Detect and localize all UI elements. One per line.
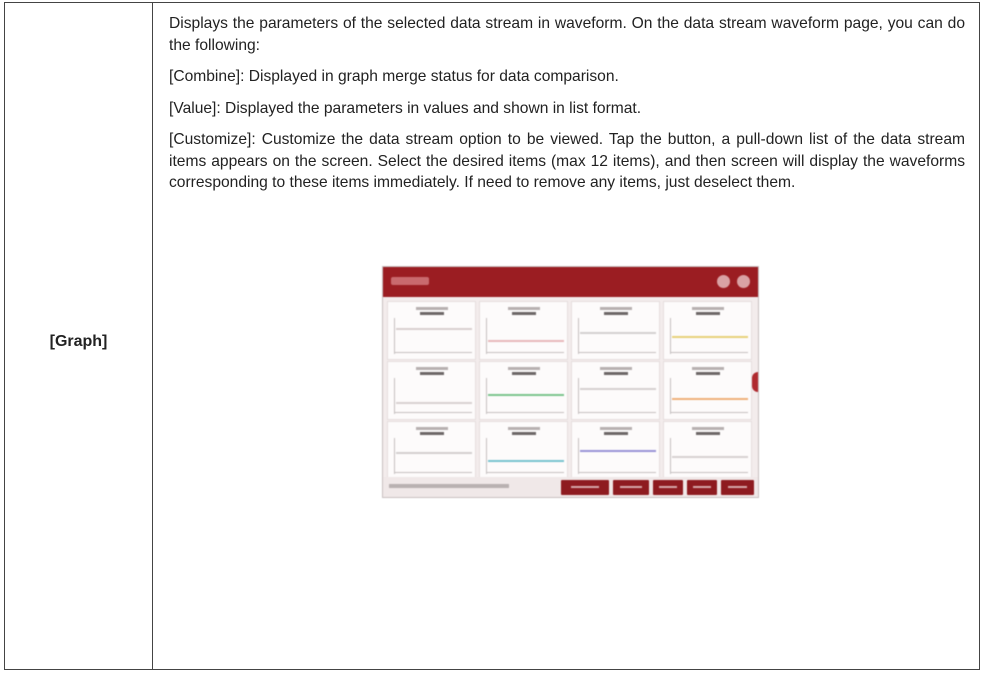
- graph-screenshot: [382, 266, 759, 498]
- waveform-card: [479, 421, 568, 480]
- waveform-card: [571, 301, 660, 360]
- waveform-card: [571, 361, 660, 420]
- footer-button-1: [561, 480, 609, 495]
- row-label: [Graph]: [49, 333, 108, 350]
- screenshot-header: [383, 267, 758, 297]
- footer-info: [389, 484, 509, 488]
- paragraph-customize: [Customize]: Customize the data stream o…: [169, 131, 965, 191]
- waveform-card: [479, 361, 568, 420]
- side-tab-icon: [752, 372, 758, 392]
- waveform-card: [663, 421, 752, 480]
- waveform-card: [387, 301, 476, 360]
- screenshot-footer: [383, 477, 758, 497]
- waveform-card: [387, 421, 476, 480]
- waveform-card: [663, 361, 752, 420]
- footer-button-4: [687, 480, 717, 495]
- document-table: [Graph] Displays the parameters of the s…: [4, 2, 980, 670]
- description-text: Displays the parameters of the selected …: [169, 13, 965, 204]
- paragraph-intro: Displays the parameters of the selected …: [169, 15, 965, 54]
- footer-button-2: [613, 480, 649, 495]
- paragraph-value: [Value]: Displayed the parameters in val…: [169, 99, 642, 117]
- waveform-card: [571, 421, 660, 480]
- home-icon: [737, 275, 750, 288]
- help-icon: [717, 275, 730, 288]
- waveform-card: [479, 301, 568, 360]
- label-cell: [Graph]: [5, 3, 153, 669]
- waveform-grid: [387, 301, 754, 480]
- waveform-card: [663, 301, 752, 360]
- footer-button-5: [721, 480, 754, 495]
- footer-button-3: [653, 480, 683, 495]
- screenshot-title: [391, 277, 429, 285]
- waveform-card: [387, 361, 476, 420]
- paragraph-combine: [Combine]: Displayed in graph merge stat…: [169, 68, 619, 85]
